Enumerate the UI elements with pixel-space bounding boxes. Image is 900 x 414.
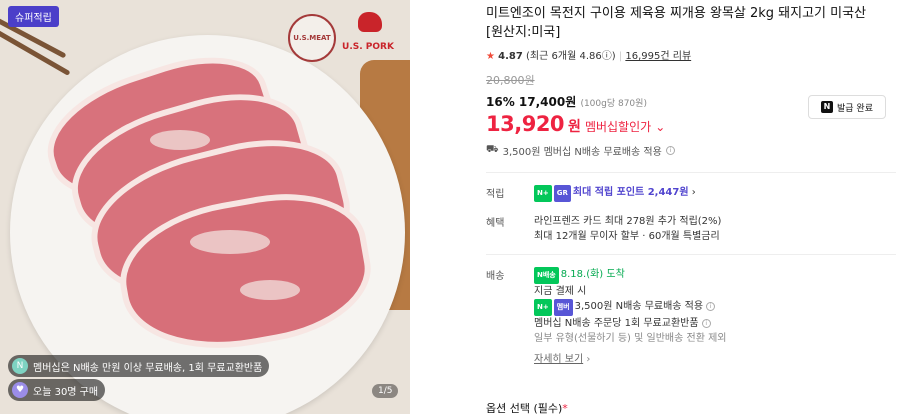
n-delivery-chip: N배송: [534, 267, 559, 284]
info-icon[interactable]: i: [665, 146, 675, 155]
divider: [486, 254, 896, 255]
image-counter: 1/5: [372, 384, 399, 398]
delivery-exchange: 멤버십 N배송 주문당 1회 무료교환반품: [534, 318, 699, 329]
details-link[interactable]: 자세히 보기: [534, 352, 583, 367]
grade-chip: GR: [553, 185, 571, 202]
fat-marbling: [240, 280, 300, 300]
membership-icon: N: [12, 358, 28, 374]
bag-icon: ♥: [12, 382, 28, 398]
shipping-text: 3,500원 멤버십 N배송 무료배송 적용: [502, 147, 662, 158]
benefit-card[interactable]: 라인프렌즈 카드 최대 278원 추가 적립(2%): [534, 214, 896, 229]
delivery-label: 배송: [486, 271, 505, 282]
benefit-label: 혜택: [486, 218, 505, 229]
product-info: 미트엔조이 목전지 구이용 제육용 찌개용 왕목살 2kg 돼지고기 미국산 […: [486, 0, 896, 367]
rating-row: ★ 4.87 (최근 6개월 4.86ⓘ) | 16,995건 리뷰: [486, 51, 692, 62]
delivery-when: 지금 결제 시: [534, 286, 587, 297]
member-price-label: 멤버십할인가: [584, 120, 652, 134]
benefit-installment[interactable]: 최대 12개월 무이자 할부 · 60개월 특별금리: [534, 229, 896, 244]
purchase-count-text: 오늘 30명 구매: [33, 386, 99, 398]
original-price: 20,800원: [486, 74, 535, 87]
benefit-row: 혜택 라인프렌즈 카드 최대 278원 추가 적립(2%) 최대 12개월 무이…: [486, 214, 896, 244]
unit-price: (100g당 870원): [580, 99, 647, 109]
product-image[interactable]: 슈퍼적립 U.S.MEAT U.S. PORK N 멤버십은 N배송 만원 이상…: [0, 0, 410, 414]
fat-marbling: [150, 130, 210, 150]
coupon-label: 발급 완료: [837, 103, 873, 114]
review-link[interactable]: 16,995건 리뷰: [625, 51, 691, 62]
n-plus-chip: N+: [534, 299, 552, 316]
rating-value: 4.87: [498, 51, 523, 62]
n-plus-chip: N+: [534, 185, 552, 202]
member-price-won: 원: [568, 119, 581, 135]
truck-icon: ⛟: [486, 144, 499, 155]
coupon-button[interactable]: N 발급 완료: [808, 95, 886, 119]
delivery-row: 배송 N배송 8.18.(화) 도착 지금 결제 시 N+ 멤버 3,500원 N배송…: [486, 267, 896, 367]
delivery-date: 8.18.(화) 도착: [560, 269, 625, 280]
option-select-title: 옵션 선택 (필수)*: [486, 402, 568, 414]
divider: [486, 172, 896, 173]
naver-n-icon: N: [821, 101, 833, 113]
rating-detail: (최근 6개월 4.86ⓘ): [526, 51, 616, 62]
purchase-count-pill: ♥ 오늘 30명 구매: [8, 379, 106, 401]
shipping-line: ⛟ 3,500원 멤버십 N배송 무료배송 적용 i: [486, 143, 896, 158]
us-meat-logo: U.S.MEAT: [288, 14, 336, 62]
star-icon: ★: [486, 51, 495, 62]
membership-info-pill: N 멤버십은 N배송 만원 이상 무료배송, 1회 무료교환반품: [8, 355, 270, 377]
membership-chip: 멤버: [553, 299, 573, 316]
fat-marbling: [190, 230, 270, 254]
delivery-note: 일부 유형(선물하기 등) 및 일반배송 전환 제외: [534, 333, 727, 344]
accrual-row: 적립 N+ GR 최대 적립 포인트 2,447원 ›: [486, 185, 696, 202]
super-point-badge: 슈퍼적립: [8, 6, 59, 27]
accrual-value[interactable]: 최대 적립 포인트 2,447원: [573, 187, 689, 198]
accrual-label: 적립: [486, 189, 505, 200]
delivery-fee: 3,500원 N배송 무료배송 적용: [574, 301, 704, 312]
sale-price: 16% 17,400원: [486, 95, 577, 109]
membership-info-text: 멤버십은 N배송 만원 이상 무료배송, 1회 무료교환반품: [33, 362, 263, 374]
member-price: 13,920: [486, 112, 565, 136]
info-icon[interactable]: i: [701, 318, 711, 328]
chevron-down-icon: ⌄: [655, 120, 666, 134]
info-icon[interactable]: i: [706, 301, 716, 311]
us-pork-logo: U.S. PORK: [342, 42, 394, 52]
product-title: 미트엔조이 목전지 구이용 제육용 찌개용 왕목살 2kg 돼지고기 미국산 […: [486, 6, 867, 40]
